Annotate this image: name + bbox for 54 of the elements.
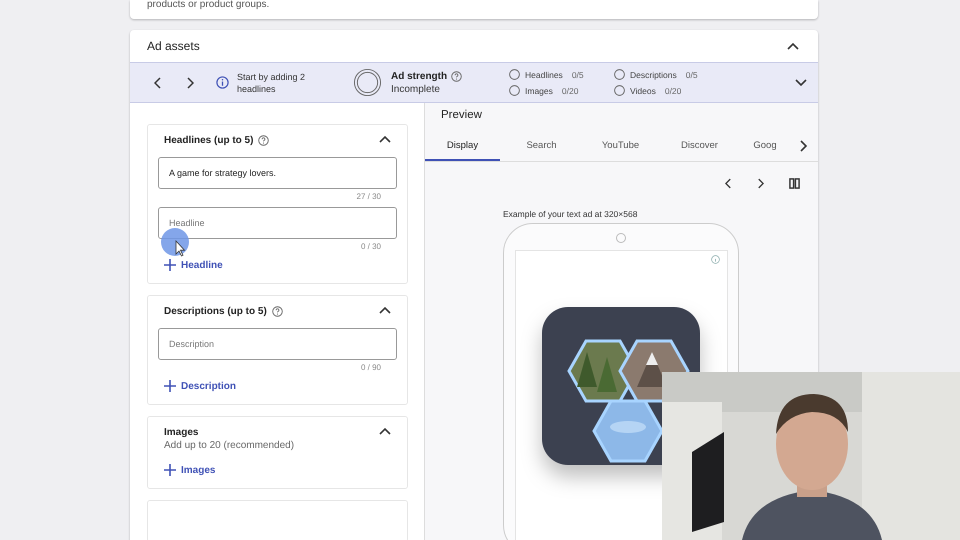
collapse-button[interactable] — [787, 42, 799, 50]
preview-tab[interactable]: Goog — [741, 131, 789, 161]
asset-count: 0/20 — [562, 86, 578, 96]
next-tabs-button[interactable] — [800, 140, 808, 152]
asset-label: Descriptions — [630, 70, 677, 80]
text-field[interactable]: Headline — [158, 207, 397, 239]
help-icon[interactable] — [451, 70, 462, 82]
previous-icon[interactable] — [725, 178, 732, 189]
asset-count: 0/5 — [686, 70, 698, 80]
columns-icon[interactable] — [789, 178, 800, 189]
preview-tab[interactable]: Discover — [662, 131, 737, 161]
plus-icon — [164, 380, 176, 392]
plus-icon — [164, 464, 176, 476]
description-text: products or product groups. — [147, 0, 270, 10]
asset-count: 0/20 — [664, 86, 682, 96]
card-title: Images — [164, 427, 198, 438]
text-field[interactable]: Description — [158, 328, 397, 360]
asset-count: 0/5 — [572, 70, 584, 80]
ad-strength-label: Ad strength — [391, 70, 448, 82]
preview-tab[interactable]: YouTube — [583, 131, 658, 161]
collapse-button[interactable] — [379, 306, 391, 314]
asset-label: Videos — [630, 86, 656, 96]
cursor-icon — [160, 227, 190, 257]
collapse-button[interactable] — [379, 135, 391, 143]
info-icon — [216, 76, 229, 89]
add-button[interactable]: Images — [158, 464, 216, 476]
add-button[interactable]: Description — [158, 380, 236, 392]
ad-strength-value: Incomplete — [391, 84, 441, 94]
strength-ring-icon — [353, 68, 382, 97]
help-icon[interactable] — [272, 306, 283, 317]
collapse-button[interactable] — [379, 427, 391, 435]
add-button[interactable]: Headline — [158, 259, 223, 271]
next-icon[interactable] — [757, 178, 764, 189]
card-subtitle: Add up to 20 (recommended) — [164, 440, 294, 451]
forward-icon[interactable] — [186, 76, 194, 88]
preview-tab[interactable]: Display — [425, 131, 500, 161]
plus-icon — [164, 259, 176, 271]
hint-text: Start by adding 2 headlines — [237, 70, 306, 94]
card-title: Headlines (up to 5) — [164, 135, 254, 146]
asset-label: Headlines — [525, 70, 563, 80]
preview-title: Preview — [441, 109, 483, 121]
character-counter: 27 / 30 — [356, 192, 381, 201]
character-counter: 0 / 90 — [360, 363, 381, 372]
asset-label: Images — [525, 86, 553, 96]
preview-caption: Example of your text ad at 320×568 — [503, 209, 638, 219]
text-field[interactable]: A game for strategy lovers. — [158, 157, 397, 189]
back-icon[interactable] — [154, 76, 162, 88]
expand-button[interactable] — [795, 78, 807, 86]
camera-dot-icon — [616, 233, 626, 243]
character-counter: 0 / 30 — [360, 242, 381, 251]
help-icon[interactable] — [258, 135, 270, 146]
section-title: Ad assets — [147, 39, 200, 53]
card-title: Descriptions (up to 5) — [164, 306, 267, 317]
preview-tab[interactable]: Search — [504, 131, 579, 161]
